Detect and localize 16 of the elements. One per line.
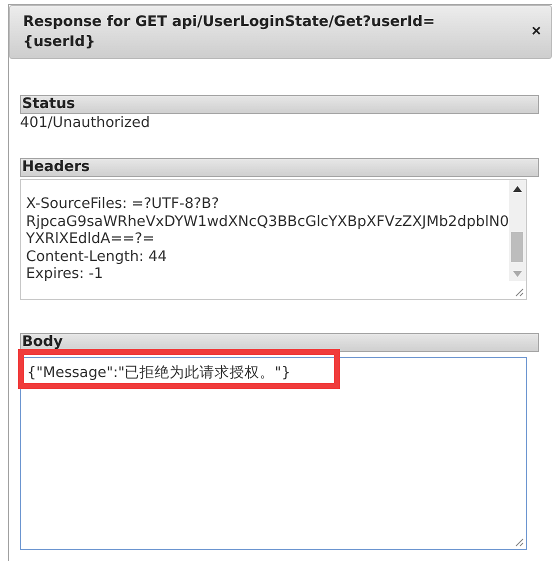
headers-field[interactable]: X-SourceFiles: =?UTF-8?B?RjpcaG9saWRheVxDYW1wdXNcQ3BBcGlcYXBpXFVzZXJMb2dpblN0YXRlXEdldA==?= Content-Length: 44 Expires: -1 — [20, 179, 527, 300]
scrollbar[interactable] — [509, 180, 526, 281]
body-field[interactable]: {"Message":"已拒绝为此请求授权。"} — [20, 357, 527, 550]
section-heading: Headers — [20, 158, 539, 177]
status-value: 401/Unauthorized — [20, 114, 151, 132]
scroll-up-icon[interactable] — [513, 186, 522, 192]
dialog-title: Response for GET api/UserLoginState/Get?userId={userId} — [23, 13, 436, 52]
scroll-down-icon[interactable] — [513, 271, 522, 277]
resize-grip-icon[interactable] — [514, 537, 524, 547]
section-heading: Status — [20, 95, 539, 114]
resize-grip-icon[interactable] — [514, 287, 524, 297]
body-text: {"Message":"已拒绝为此请求授权。"} — [26, 364, 292, 382]
close-button[interactable]: × — [530, 23, 543, 41]
scrollbar-thumb[interactable] — [511, 232, 523, 262]
section-heading: Body — [20, 333, 539, 352]
headers-text: X-SourceFiles: =?UTF-8?B?RjpcaG9saWRheVxDYW1wdXNcQ3BBcGlcYXBpXFVzZXJMb2dpblN0YXRlXEdldA==?= Content-Length: 44 Expires: -1 — [25, 195, 510, 284]
